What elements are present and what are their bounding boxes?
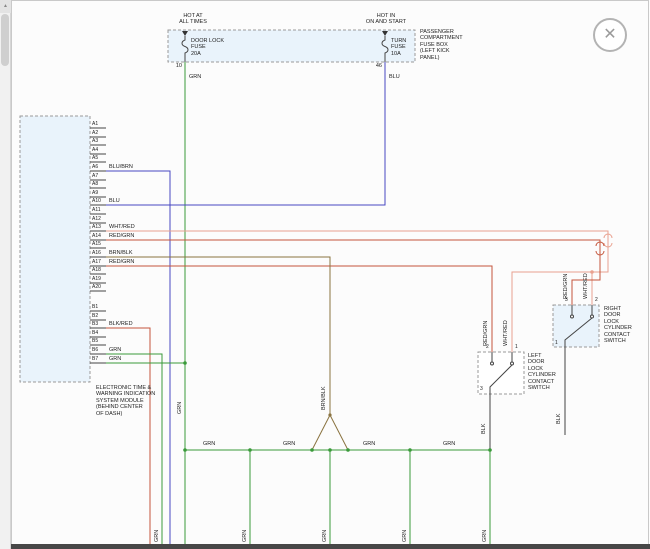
scroll-up-button[interactable]: ▲ bbox=[0, 0, 11, 13]
wire-label-a10: BLU bbox=[109, 198, 120, 204]
wires bbox=[106, 62, 608, 549]
module-pin-label: A10 bbox=[92, 198, 106, 204]
module-pin-label: A20 bbox=[92, 284, 106, 290]
wire-grn-b6 bbox=[106, 354, 162, 549]
module-pin-label: A19 bbox=[92, 276, 106, 282]
scrollbar-thumb[interactable] bbox=[1, 14, 9, 66]
left-switch-pin-number: 2 bbox=[486, 344, 489, 350]
module-pin-label: A15 bbox=[92, 241, 106, 247]
wire-label-a6: BLU/BRN bbox=[109, 164, 133, 170]
wire-label-grn-drop: GRN bbox=[322, 530, 328, 542]
wire-wht-red-a13 bbox=[106, 231, 608, 352]
wire-label-grn-drop: GRN bbox=[402, 530, 408, 542]
fuse-box-label: PASSENGER COMPARTMENT FUSE BOX (LEFT KIC… bbox=[420, 29, 463, 61]
module-pin-label: A14 bbox=[92, 233, 106, 239]
wire-label-grn-main-vertical: GRN bbox=[177, 402, 183, 414]
left-switch-contact bbox=[491, 362, 494, 365]
module-pin-label: B5 bbox=[92, 338, 106, 344]
wire-label-blk-right-switch: BLK bbox=[556, 414, 562, 424]
close-button[interactable]: ✕ bbox=[593, 18, 627, 52]
module-pin-label: A13 bbox=[92, 224, 106, 230]
right-switch-contact bbox=[591, 315, 594, 318]
left-door-switch-label: LEFT DOOR LOCK CYLINDER CONTACT SWITCH bbox=[528, 353, 556, 391]
wire-label-a13: WHT/RED bbox=[109, 224, 135, 230]
module-pin-label: A9 bbox=[92, 190, 106, 196]
bus-grn-label: GRN bbox=[443, 441, 455, 447]
module-pin-label: B1 bbox=[92, 304, 106, 310]
module-pin-label: A16 bbox=[92, 250, 106, 256]
wire-label-blu-top: BLU bbox=[389, 74, 400, 80]
bus-grn-label: GRN bbox=[203, 441, 215, 447]
right-door-switch-label: RIGHT DOOR LOCK CYLINDER CONTACT SWITCH bbox=[604, 306, 632, 344]
module-label: ELECTRONIC TIME & WARNING INDICATION SYS… bbox=[96, 385, 155, 417]
wire-label-grn-drop: GRN bbox=[482, 530, 488, 542]
wire-label-a14: RED/GRN bbox=[109, 233, 134, 239]
scroll-up-icon: ▲ bbox=[3, 3, 8, 9]
wire-label-red-grn-right-switch: RED/GRN bbox=[563, 274, 569, 299]
right-switch-pin-number: 2 bbox=[595, 297, 598, 303]
right-switch-pin-number: 3 bbox=[565, 297, 568, 303]
module-pin-label: B2 bbox=[92, 313, 106, 319]
wiring-diagram-viewer: HOT AT ALL TIMES HOT IN ON AND START DOO… bbox=[0, 0, 650, 549]
close-icon: ✕ bbox=[603, 26, 616, 43]
wire-label-brn-blk-vertical: BRN/BLK bbox=[321, 386, 327, 410]
bottom-edge-bar bbox=[11, 544, 650, 549]
module-pin-label: A4 bbox=[92, 147, 106, 153]
wire-label-red-grn-left-switch: RED/GRN bbox=[483, 321, 489, 346]
wire-label-b7: GRN bbox=[109, 356, 121, 362]
door-lock-fuse-label: DOOR LOCK FUSE 20A bbox=[191, 38, 224, 57]
module-pin-label: A5 bbox=[92, 155, 106, 161]
wire-label-b3: BLK/RED bbox=[109, 321, 133, 327]
wire-label-wht-red-right-switch: WHT/RED bbox=[583, 273, 589, 299]
bus-grn-label: GRN bbox=[283, 441, 295, 447]
wire-label-a17: RED/GRN bbox=[109, 259, 134, 265]
wire-label-b6: GRN bbox=[109, 347, 121, 353]
module-pin-label: A7 bbox=[92, 173, 106, 179]
left-switch-contact bbox=[511, 362, 514, 365]
wire-label-blk-left-switch: BLK bbox=[481, 424, 487, 434]
module-pin-label: B6 bbox=[92, 347, 106, 353]
module-outline bbox=[20, 116, 90, 382]
module-pin-label: A8 bbox=[92, 181, 106, 187]
module-pin-label: B3 bbox=[92, 321, 106, 327]
wire-label-grn-b6-bottom: GRN bbox=[154, 530, 160, 542]
wire-label-wht-red-left-switch: WHT/RED bbox=[503, 320, 509, 346]
left-switch-pin-number: 3 bbox=[480, 386, 483, 392]
hot-in-on-and-start-label: HOT IN ON AND START bbox=[358, 13, 414, 26]
module-pin-label: A1 bbox=[92, 121, 106, 127]
vertical-scrollbar[interactable]: ▲ bbox=[0, 0, 11, 549]
wire-blu-a10 bbox=[106, 62, 385, 205]
module-pin-label: A12 bbox=[92, 216, 106, 222]
bus-grn-label: GRN bbox=[363, 441, 375, 447]
module-pin-label: B7 bbox=[92, 356, 106, 362]
hot-at-all-times-label: HOT AT ALL TIMES bbox=[168, 13, 218, 26]
wire-label-a16: BRN/BLK bbox=[109, 250, 133, 256]
module-pin-label: A11 bbox=[92, 207, 106, 213]
right-switch-contact bbox=[571, 315, 574, 318]
wire-grn-bus-drops bbox=[250, 450, 490, 549]
module-pin-label: A17 bbox=[92, 259, 106, 265]
inline-connector-icons bbox=[596, 234, 612, 255]
module-pin-label: A6 bbox=[92, 164, 106, 170]
fuse1-pin-number: 10 bbox=[170, 63, 182, 69]
wire-label-grn-drop: GRN bbox=[242, 530, 248, 542]
diagram-canvas bbox=[0, 0, 650, 549]
module-pin-label: A2 bbox=[92, 130, 106, 136]
module-pin-label: B4 bbox=[92, 330, 106, 336]
wire-label-grn-top: GRN bbox=[189, 74, 201, 80]
wire-red-grn-a17 bbox=[106, 266, 492, 352]
module-pin-label: A3 bbox=[92, 138, 106, 144]
left-switch-pin-number: 1 bbox=[515, 344, 518, 350]
fuse2-pin-number: 46 bbox=[370, 63, 382, 69]
right-switch-pin-number: 1 bbox=[555, 340, 558, 346]
left-door-switch-outline bbox=[478, 352, 524, 394]
module-pin-label: A18 bbox=[92, 267, 106, 273]
turn-fuse-label: TURN FUSE 10A bbox=[391, 38, 406, 57]
